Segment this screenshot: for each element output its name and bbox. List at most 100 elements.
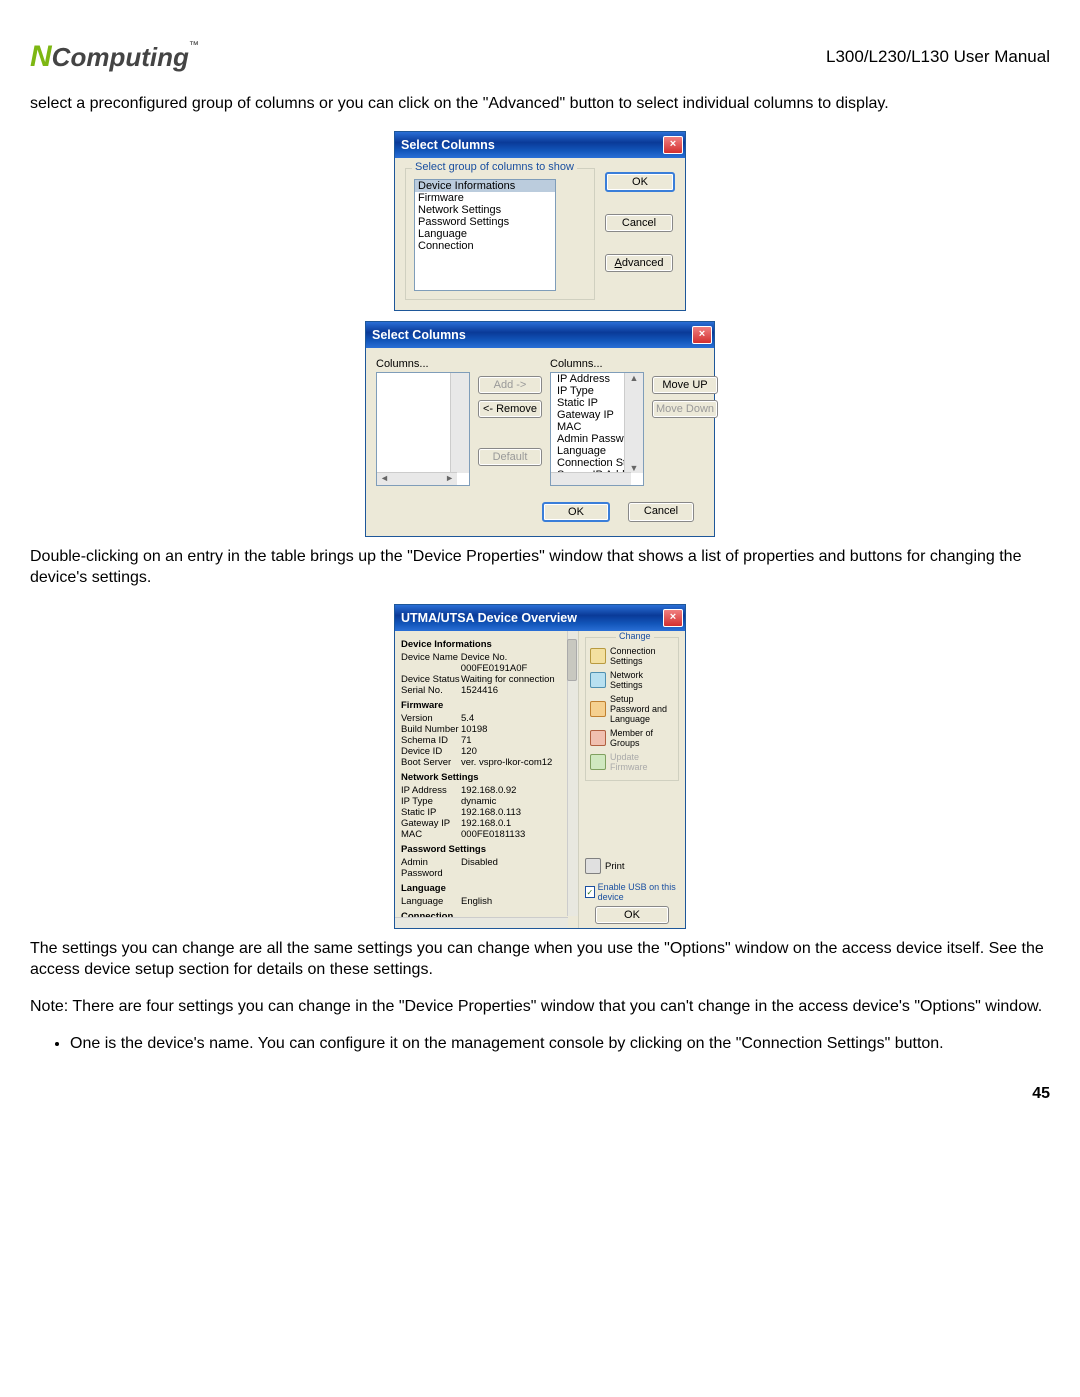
label: Gateway IP bbox=[401, 818, 461, 829]
list-item[interactable]: Network Settings bbox=[415, 204, 555, 216]
intro-paragraph: select a preconfigured group of columns … bbox=[30, 94, 1050, 115]
close-icon[interactable]: × bbox=[692, 326, 712, 344]
ok-button[interactable]: OK bbox=[605, 172, 675, 192]
columns-right-label: Columns... bbox=[550, 358, 644, 370]
member-groups-link[interactable]: Member of Groups bbox=[590, 726, 674, 750]
dlg1-title: Select Columns bbox=[401, 138, 495, 152]
scrollbar-vertical[interactable]: ▲▼ bbox=[624, 373, 643, 473]
value: 1524416 bbox=[461, 685, 498, 696]
value: dynamic bbox=[461, 796, 496, 807]
ok-button[interactable]: OK bbox=[542, 502, 610, 522]
section-password: Password Settings bbox=[401, 844, 576, 855]
value: English bbox=[461, 896, 492, 907]
password-language-link[interactable]: Setup Password and Language bbox=[590, 692, 674, 726]
list-item[interactable]: Admin Password bbox=[554, 433, 628, 445]
dlg1-titlebar: Select Columns × bbox=[395, 132, 685, 158]
brand-logo: NComputing™ bbox=[30, 40, 199, 74]
value: Disabled bbox=[461, 857, 498, 879]
actions-pane: Change Connection Settings Network Setti… bbox=[579, 631, 685, 928]
list-item[interactable]: Device Informations bbox=[415, 180, 555, 192]
value: Device No. 000FE0191A0F bbox=[461, 652, 576, 674]
list-item[interactable]: Connection Status bbox=[554, 457, 628, 469]
value: 192.168.0.113 bbox=[461, 807, 521, 818]
cancel-button[interactable]: Cancel bbox=[628, 502, 694, 522]
ok-button[interactable]: OK bbox=[595, 906, 669, 924]
dlg2-titlebar: Select Columns × bbox=[366, 322, 714, 348]
dlg2-title: Select Columns bbox=[372, 328, 466, 342]
brand-tm: ™ bbox=[189, 40, 199, 51]
checkbox-icon[interactable]: ✓ bbox=[585, 886, 595, 898]
change-legend: Change bbox=[616, 631, 654, 641]
section-language: Language bbox=[401, 883, 576, 894]
update-firmware-link: Update Firmware bbox=[590, 750, 674, 774]
list-item[interactable]: Connection bbox=[415, 240, 555, 252]
groups-icon bbox=[590, 730, 606, 746]
value: 120 bbox=[461, 746, 477, 757]
close-icon[interactable]: × bbox=[663, 609, 683, 627]
change-group: Change Connection Settings Network Setti… bbox=[585, 637, 679, 781]
dlg3-title: UTMA/UTSA Device Overview bbox=[401, 611, 577, 625]
printer-icon bbox=[585, 858, 601, 874]
scrollbar-horizontal[interactable] bbox=[551, 472, 631, 485]
list-item[interactable]: Password Settings bbox=[415, 216, 555, 228]
label: IP Type bbox=[401, 796, 461, 807]
enable-usb-checkbox[interactable]: ✓ Enable USB on this device bbox=[585, 882, 679, 902]
close-icon[interactable]: × bbox=[663, 136, 683, 154]
scrollbar-thumb[interactable] bbox=[567, 639, 577, 681]
scrollbar-vertical[interactable] bbox=[450, 373, 469, 473]
move-up-button[interactable]: Move UP bbox=[652, 376, 718, 394]
label: Build Number bbox=[401, 724, 461, 735]
label: Language bbox=[401, 896, 461, 907]
dlg3-titlebar: UTMA/UTSA Device Overview × bbox=[395, 605, 685, 631]
scrollbar-horizontal[interactable] bbox=[395, 917, 568, 928]
scrollbar-vertical[interactable] bbox=[567, 631, 578, 916]
note-paragraph: Note: There are four settings you can ch… bbox=[30, 997, 1050, 1018]
remove-button[interactable]: <- Remove bbox=[478, 400, 542, 418]
group-listbox[interactable]: Device Informations Firmware Network Set… bbox=[414, 179, 556, 291]
value: 71 bbox=[461, 735, 472, 746]
advanced-button[interactable]: Advanced bbox=[605, 254, 673, 272]
settings-paragraph: The settings you can change are all the … bbox=[30, 939, 1050, 981]
label: Static IP bbox=[401, 807, 461, 818]
select-columns-simple-dialog: Select Columns × Select group of columns… bbox=[394, 131, 686, 311]
list-item[interactable]: IP Address bbox=[554, 373, 628, 385]
list-item[interactable]: Firmware bbox=[415, 192, 555, 204]
list-item[interactable]: Language bbox=[554, 445, 628, 457]
page-number: 45 bbox=[30, 1085, 1050, 1103]
default-button[interactable]: Default bbox=[478, 448, 542, 466]
list-item[interactable]: Language bbox=[415, 228, 555, 240]
section-device-info: Device Informations bbox=[401, 639, 576, 650]
brand-n: N bbox=[30, 40, 52, 73]
list-item[interactable]: Static IP bbox=[554, 397, 628, 409]
section-network: Network Settings bbox=[401, 772, 576, 783]
list-item[interactable]: IP Type bbox=[554, 385, 628, 397]
columns-left-label: Columns... bbox=[376, 358, 470, 370]
label: Device Status bbox=[401, 674, 461, 685]
cancel-button[interactable]: Cancel bbox=[605, 214, 673, 232]
lock-icon bbox=[590, 701, 606, 717]
connection-settings-link[interactable]: Connection Settings bbox=[590, 644, 674, 668]
network-settings-link[interactable]: Network Settings bbox=[590, 668, 674, 692]
device-properties-paragraph: Double-clicking on an entry in the table… bbox=[30, 547, 1050, 589]
device-info-pane: Device Informations Device NameDevice No… bbox=[395, 631, 579, 928]
move-down-button[interactable]: Move Down bbox=[652, 400, 718, 418]
label: Schema ID bbox=[401, 735, 461, 746]
advanced-label-rest: dvanced bbox=[622, 257, 664, 269]
value: Waiting for connection bbox=[461, 674, 555, 685]
connection-icon bbox=[590, 648, 606, 664]
network-icon bbox=[590, 672, 606, 688]
scrollbar-horizontal[interactable]: ◄► bbox=[377, 472, 457, 485]
print-link[interactable]: Print bbox=[585, 858, 679, 874]
value: ver. vspro-lkor-com12 bbox=[461, 757, 552, 768]
label: Device Name bbox=[401, 652, 461, 674]
value: 192.168.0.1 bbox=[461, 818, 511, 829]
add-button[interactable]: Add -> bbox=[478, 376, 542, 394]
available-columns-listbox[interactable]: ◄► bbox=[376, 372, 470, 486]
list-item[interactable]: Gateway IP bbox=[554, 409, 628, 421]
label: IP Address bbox=[401, 785, 461, 796]
bullet-item: One is the device's name. You can config… bbox=[70, 1034, 1050, 1055]
manual-title: L300/L230/L130 User Manual bbox=[826, 47, 1050, 67]
device-overview-dialog: UTMA/UTSA Device Overview × Device Infor… bbox=[394, 604, 686, 929]
list-item[interactable]: MAC bbox=[554, 421, 628, 433]
selected-columns-listbox[interactable]: IP Address IP Type Static IP Gateway IP … bbox=[550, 372, 644, 486]
